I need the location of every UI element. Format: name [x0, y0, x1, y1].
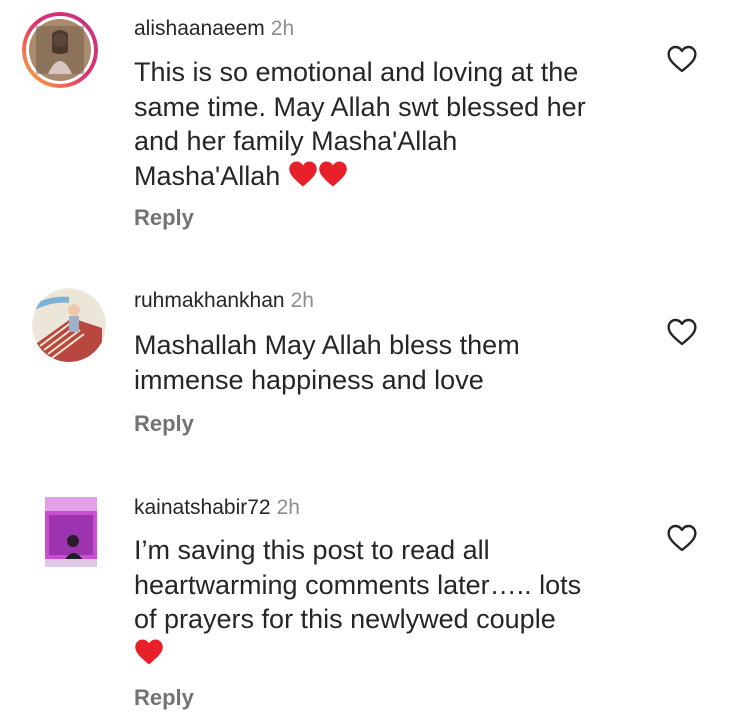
comment-line: Masha'Allah [134, 160, 281, 191]
heart-outline-icon [667, 318, 697, 346]
like-button[interactable] [666, 317, 698, 347]
comment-meta: kainatshabir72 2h [134, 495, 300, 521]
reply-button[interactable]: Reply [134, 685, 194, 711]
reply-button[interactable]: Reply [134, 411, 194, 437]
username[interactable]: alishaanaeem [134, 17, 265, 40]
avatar[interactable] [45, 497, 97, 567]
comment-line: This is so emotional and loving at the [134, 57, 579, 87]
comment-text: This is so emotional and loving at the s… [134, 55, 634, 196]
comment-line: of prayers for this newlywed couple [134, 604, 556, 634]
comment-line: I’m saving this post to read all [134, 535, 490, 565]
avatar[interactable] [22, 12, 98, 88]
username[interactable]: kainatshabir72 [134, 496, 271, 519]
timestamp: 2h [290, 289, 314, 312]
username[interactable]: ruhmakhankhan [134, 289, 285, 312]
comment-line: and her family Masha'Allah [134, 126, 458, 156]
timestamp: 2h [270, 17, 295, 40]
like-button[interactable] [666, 44, 698, 74]
comment-meta: alishaanaeem 2h [134, 16, 294, 42]
avatar[interactable] [32, 288, 106, 362]
like-button[interactable] [666, 523, 698, 553]
comment-text: Mashallah May Allah bless them immense h… [134, 328, 634, 397]
timestamp: 2h [276, 496, 300, 519]
comment-line: Mashallah May Allah bless them [134, 330, 520, 360]
red-heart-emoji-icon [288, 160, 318, 197]
comment-meta: ruhmakhankhan 2h [134, 288, 314, 314]
comment-text: I’m saving this post to read all heartwa… [134, 533, 634, 674]
red-heart-emoji-icon [134, 638, 164, 675]
red-heart-emoji-icon [318, 160, 348, 197]
comment-line: immense happiness and love [134, 364, 484, 395]
reply-button[interactable]: Reply [134, 205, 194, 231]
comment-line: heartwarming comments later….. lots [134, 569, 582, 600]
heart-outline-icon [667, 45, 697, 73]
heart-outline-icon [667, 524, 697, 552]
comment-line: same time. May Allah swt blessed her [134, 91, 586, 122]
